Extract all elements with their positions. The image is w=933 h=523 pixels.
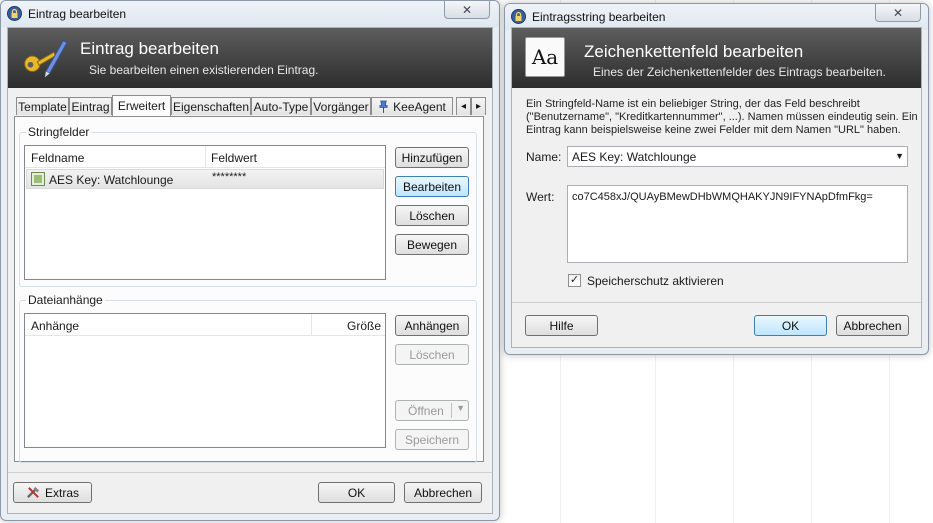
cancel-button[interactable]: Abbrechen: [404, 482, 482, 503]
tools-icon: [27, 486, 40, 499]
arrow-right-icon: ▸: [475, 101, 482, 112]
close-button[interactable]: ✕: [444, 1, 490, 19]
protect-checkbox[interactable]: ✓: [568, 274, 581, 287]
edit-entry-window: Eintrag bearbeiten ✕ Eintrag bearbeiten …: [0, 0, 500, 521]
attachments-group: Dateianhänge Anhänge Größe Anhängen Lösc…: [19, 293, 477, 463]
protect-label[interactable]: Speicherschutz aktivieren: [587, 274, 724, 288]
tab-auto-type[interactable]: Auto-Type: [251, 97, 311, 115]
key-pen-icon: [24, 40, 68, 78]
chevron-down-icon[interactable]: ▼: [895, 151, 904, 161]
tab-entry[interactable]: Eintrag: [69, 97, 112, 115]
chevron-down-icon[interactable]: ▼: [456, 403, 465, 413]
stringfields-list[interactable]: Feldname Feldwert AES Key: Watchlounge *…: [24, 145, 386, 280]
stringfields-group: Stringfelder Feldname Feldwert AES Key: …: [19, 125, 477, 287]
tab-template[interactable]: Template: [16, 97, 69, 115]
attachments-list-header: Anhänge Größe: [25, 314, 385, 336]
column-separator[interactable]: [205, 146, 206, 168]
edit-string-client: Aa Zeichenkettenfeld bearbeiten Eines de…: [511, 27, 922, 348]
description-text: Ein Stringfeld-Name ist ein beliebiger S…: [526, 98, 918, 136]
window-title: Eintragsstring bearbeiten: [532, 10, 666, 24]
banner-subtitle: Sie bearbeiten einen existierenden Eintr…: [89, 63, 319, 77]
edit-entry-titlebar[interactable]: Eintrag bearbeiten: [1, 1, 499, 27]
tab-scroll-left-button[interactable]: ◂: [456, 97, 471, 115]
value-text: co7C458xJ/QUAyBMewDHbWMQHAKYJN9IFYNApDfm…: [572, 191, 873, 203]
banner: Aa Zeichenkettenfeld bearbeiten Eines de…: [512, 28, 921, 88]
column-header-size[interactable]: Größe: [347, 319, 381, 333]
close-button[interactable]: ✕: [875, 4, 921, 22]
tab-properties[interactable]: Eigenschaften: [171, 97, 251, 115]
footer-divider: [512, 302, 921, 303]
column-header-fieldname[interactable]: Feldname: [31, 151, 84, 165]
checkmark-icon: ✓: [569, 274, 580, 286]
banner-title: Zeichenkettenfeld bearbeiten: [584, 42, 804, 61]
banner-title: Eintrag bearbeiten: [80, 39, 219, 58]
value-textarea[interactable]: co7C458xJ/QUAyBMewDHbWMQHAKYJN9IFYNApDfm…: [567, 185, 908, 263]
name-label: Name:: [526, 150, 562, 164]
column-header-fieldvalue[interactable]: Feldwert: [211, 151, 257, 165]
tab-scroll-right-button[interactable]: ▸: [471, 97, 486, 115]
edit-string-window: Eintragsstring bearbeiten ✕ Aa Zeichenke…: [504, 3, 929, 355]
close-icon: ✕: [461, 2, 473, 17]
edit-entry-client: Eintrag bearbeiten Sie bearbeiten einen …: [7, 27, 493, 514]
name-value: AES Key: Watchlounge: [572, 150, 697, 164]
attachments-list[interactable]: Anhänge Größe: [24, 313, 386, 448]
close-icon: ✕: [892, 5, 904, 20]
move-field-button[interactable]: Bewegen: [395, 234, 469, 255]
attach-file-button[interactable]: Anhängen: [395, 315, 469, 336]
save-attachment-button[interactable]: Speichern: [395, 429, 469, 450]
name-combobox[interactable]: AES Key: Watchlounge ▼: [567, 146, 908, 167]
add-field-button[interactable]: Hinzufügen: [395, 147, 469, 168]
banner-subtitle: Eines der Zeichenkettenfelder des Eintra…: [593, 65, 886, 79]
row-fieldname: AES Key: Watchlounge: [49, 173, 174, 187]
banner: Eintrag bearbeiten Sie bearbeiten einen …: [8, 28, 492, 88]
delete-field-button[interactable]: Löschen: [395, 205, 469, 226]
column-header-attachments[interactable]: Anhänge: [31, 319, 79, 333]
cancel-button[interactable]: Abbrechen: [836, 315, 909, 336]
row-fieldvalue: ********: [212, 171, 247, 183]
table-row[interactable]: AES Key: Watchlounge ********: [26, 169, 384, 189]
delete-attachment-button[interactable]: Löschen: [395, 344, 469, 365]
tab-keeagent[interactable]: KeeAgent: [371, 97, 453, 115]
open-attachment-button[interactable]: Öffnen ▼: [395, 400, 469, 421]
stringfields-list-header: Feldname Feldwert: [25, 146, 385, 168]
edit-field-button[interactable]: Bearbeiten: [395, 176, 469, 197]
help-button[interactable]: Hilfe: [525, 315, 598, 336]
window-title: Eintrag bearbeiten: [28, 7, 127, 21]
footer-divider: [8, 472, 492, 473]
ok-button[interactable]: OK: [318, 482, 395, 503]
attachments-group-label: Dateianhänge: [26, 293, 105, 307]
pin-icon: [379, 100, 388, 113]
keepass-lock-icon: [511, 9, 526, 24]
tab-history[interactable]: Vorgänger: [311, 97, 371, 115]
keepass-lock-icon: [7, 6, 22, 21]
advanced-tab-panel: Stringfelder Feldname Feldwert AES Key: …: [14, 116, 484, 463]
text-field-aa-icon: Aa: [525, 37, 565, 77]
tab-advanced[interactable]: Erweitert: [112, 95, 171, 116]
arrow-left-icon: ◂: [460, 101, 467, 112]
text-field-icon: [31, 172, 45, 186]
split-separator: [451, 403, 452, 418]
ok-button[interactable]: OK: [754, 315, 827, 336]
stringfields-group-label: Stringfelder: [26, 125, 92, 139]
extras-button[interactable]: Extras: [13, 482, 92, 503]
column-separator[interactable]: [311, 314, 312, 336]
value-label: Wert:: [526, 190, 555, 204]
